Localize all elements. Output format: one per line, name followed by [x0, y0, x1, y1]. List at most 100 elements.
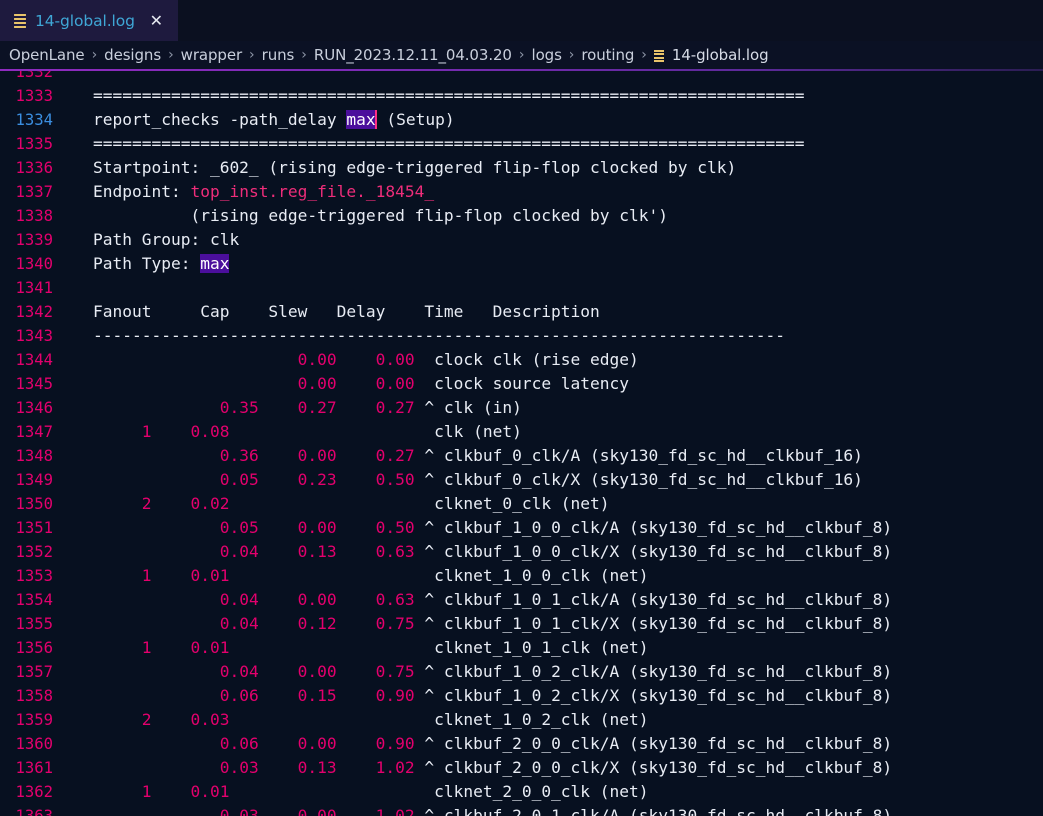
chevron-right-icon: › [91, 47, 98, 63]
numeric-value: 0.00 [297, 518, 337, 537]
code-line[interactable]: 1362 1 0.01 clknet_2_0_0_clk (net) [0, 780, 1043, 804]
code-line[interactable]: 1338 (rising edge-triggered flip-flop cl… [0, 204, 1043, 228]
code-line[interactable]: 1356 1 0.01 clknet_1_0_1_clk (net) [0, 636, 1043, 660]
code-line[interactable]: 1341 [0, 276, 1043, 300]
numeric-value: 0.63 [375, 590, 415, 609]
text-run [151, 422, 190, 441]
breadcrumb-item-openlane[interactable]: OpenLane [9, 46, 85, 64]
log-file-icon [14, 13, 26, 28]
code-line[interactable]: 1355 0.04 0.12 0.75 ^ clkbuf_1_0_1_clk/X… [0, 612, 1043, 636]
code-line[interactable]: 1360 0.06 0.00 0.90 ^ clkbuf_2_0_0_clk/A… [0, 732, 1043, 756]
code-line[interactable]: 1346 0.35 0.27 0.27 ^ clk (in) [0, 396, 1043, 420]
code-line[interactable]: 1345 0.00 0.00 clock source latency [0, 372, 1043, 396]
numeric-value: 0.27 [297, 398, 337, 417]
text-run: Fanout Cap Slew Delay Time Description [93, 302, 600, 321]
code-line[interactable]: 1363 0.03 0.00 1.02 ^ clkbuf_2_0_1_clk/A… [0, 804, 1043, 816]
code-line[interactable]: 1336 Startpoint: _602_ (rising edge-trigg… [0, 156, 1043, 180]
breadcrumb-item-run-2023-12-11-04-03-20[interactable]: RUN_2023.12.11_04.03.20 [314, 46, 512, 64]
numeric-value: 0.00 [297, 662, 337, 681]
close-icon[interactable]: ✕ [148, 12, 165, 29]
line-number: 1341 [15, 279, 53, 297]
text-run: report_checks -path_delay [93, 110, 347, 129]
text-run [93, 446, 220, 465]
line-text: 0.06 0.00 0.90 ^ clkbuf_2_0_0_clk/A (sky… [66, 732, 1043, 756]
line-text: Fanout Cap Slew Delay Time Description [66, 300, 1043, 324]
line-number: 1335 [15, 135, 53, 153]
text-run [337, 542, 376, 561]
line-number: 1361 [15, 759, 53, 777]
code-line[interactable]: 1343 ------------------------------------… [0, 324, 1043, 348]
code-line[interactable]: 1334 report_checks -path_delay max (Setup… [0, 108, 1043, 132]
code-lines: 1332 1333 ================================… [0, 71, 1043, 816]
code-editor[interactable]: 1332 1333 ================================… [0, 71, 1043, 816]
numeric-value: 0.04 [219, 614, 259, 633]
code-line[interactable]: 1340 Path Type: max [0, 252, 1043, 276]
code-line[interactable]: 1361 0.03 0.13 1.02 ^ clkbuf_2_0_0_clk/X… [0, 756, 1043, 780]
numeric-value: 0.08 [190, 422, 230, 441]
code-line[interactable]: 1352 0.04 0.13 0.63 ^ clkbuf_1_0_0_clk/X… [0, 540, 1043, 564]
code-line[interactable]: 1358 0.06 0.15 0.90 ^ clkbuf_1_0_2_clk/X… [0, 684, 1043, 708]
code-line[interactable]: 1351 0.05 0.00 0.50 ^ clkbuf_1_0_0_clk/A… [0, 516, 1043, 540]
breadcrumb-item-routing[interactable]: routing [581, 46, 634, 64]
code-line[interactable]: 1348 0.36 0.00 0.27 ^ clkbuf_0_clk/A (sk… [0, 444, 1043, 468]
text-run [93, 494, 142, 513]
breadcrumb-item-runs[interactable]: runs [262, 46, 295, 64]
text-run: (rising edge-triggered flip-flop clocked… [93, 206, 668, 225]
code-line[interactable]: 1332 [0, 71, 1043, 84]
code-line[interactable]: 1347 1 0.08 clk (net) [0, 420, 1043, 444]
line-number: 1332 [15, 71, 53, 81]
code-line[interactable]: 1339 Path Group: clk [0, 228, 1043, 252]
numeric-value: 0.02 [190, 494, 230, 513]
text-run [337, 446, 376, 465]
line-text: 0.06 0.15 0.90 ^ clkbuf_1_0_2_clk/X (sky… [66, 684, 1043, 708]
editor-window: 14-global.log ✕ OpenLane › designs › wrapper… [0, 0, 1043, 816]
numeric-value: 0.01 [190, 782, 230, 801]
numeric-value: 0.03 [219, 806, 259, 816]
code-line[interactable]: 1337 Endpoint: top_inst.reg_file._18454_ [0, 180, 1043, 204]
line-number: 1333 [15, 87, 53, 105]
breadcrumb-item-logs[interactable]: logs [532, 46, 562, 64]
code-line[interactable]: 1333 ====================================… [0, 84, 1043, 108]
numeric-value: 0.75 [375, 662, 415, 681]
text-run: ^ clkbuf_2_0_0_clk/X (sky130_fd_sc_hd__c… [414, 758, 893, 777]
text-run [93, 518, 220, 537]
code-line[interactable]: 1349 0.05 0.23 0.50 ^ clkbuf_0_clk/X (sk… [0, 468, 1043, 492]
line-number: 1351 [15, 519, 53, 537]
log-file-icon [653, 50, 664, 62]
code-line[interactable]: 1342 Fanout Cap Slew Delay Time Descripti… [0, 300, 1043, 324]
code-line[interactable]: 1344 0.00 0.00 clock clk (rise edge) [0, 348, 1043, 372]
text-run: clknet_1_0_1_clk (net) [229, 638, 649, 657]
text-run [93, 782, 142, 801]
text-run: ^ clkbuf_1_0_1_clk/A (sky130_fd_sc_hd__c… [414, 590, 893, 609]
numeric-value: 0.04 [219, 590, 259, 609]
line-number: 1348 [15, 447, 53, 465]
breadcrumb-item-file[interactable]: 14-global.log [672, 46, 769, 64]
code-line[interactable]: 1359 2 0.03 clknet_1_0_2_clk (net) [0, 708, 1043, 732]
text-run [337, 350, 376, 369]
text-run [93, 374, 298, 393]
code-line[interactable]: 1357 0.04 0.00 0.75 ^ clkbuf_1_0_2_clk/A… [0, 660, 1043, 684]
text-run [93, 566, 142, 585]
text-run: clock source latency [414, 374, 630, 393]
line-text: (rising edge-triggered flip-flop clocked… [66, 204, 1043, 228]
text-run [337, 686, 376, 705]
line-text: 1 0.01 clknet_1_0_1_clk (net) [66, 636, 1043, 660]
numeric-value: 0.05 [219, 470, 259, 489]
line-number: 1339 [15, 231, 53, 249]
text-run [93, 638, 142, 657]
breadcrumb-item-designs[interactable]: designs [104, 46, 161, 64]
line-text: ----------------------------------------… [66, 324, 1043, 348]
line-number: 1344 [15, 351, 53, 369]
text-run: ^ clkbuf_2_0_1_clk/A (sky130_fd_sc_hd__c… [414, 806, 893, 816]
text-run: clock clk (rise edge) [414, 350, 639, 369]
text-run [259, 758, 298, 777]
code-line[interactable]: 1335 ====================================… [0, 132, 1043, 156]
breadcrumb-item-wrapper[interactable]: wrapper [181, 46, 242, 64]
code-line[interactable]: 1353 1 0.01 clknet_1_0_0_clk (net) [0, 564, 1043, 588]
tab-14-global-log[interactable]: 14-global.log ✕ [0, 0, 178, 41]
line-number: 1336 [15, 159, 53, 177]
code-line[interactable]: 1354 0.04 0.00 0.63 ^ clkbuf_1_0_1_clk/A… [0, 588, 1043, 612]
text-run [93, 710, 142, 729]
code-line[interactable]: 1350 2 0.02 clknet_0_clk (net) [0, 492, 1043, 516]
text-run [93, 350, 298, 369]
